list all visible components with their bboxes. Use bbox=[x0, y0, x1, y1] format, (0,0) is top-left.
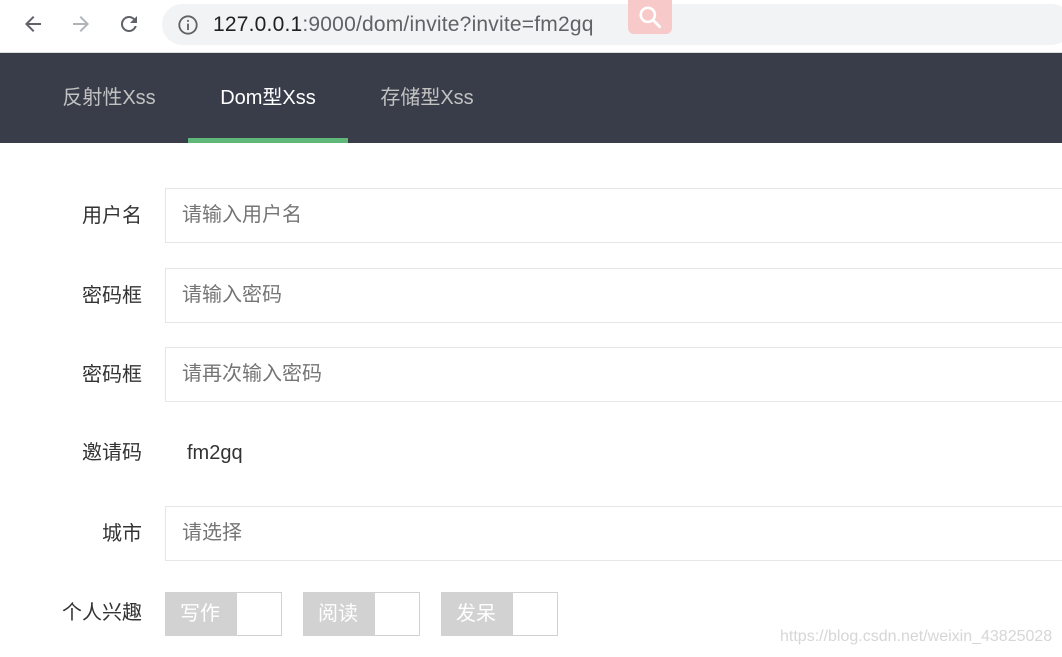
username-label: 用户名 bbox=[82, 205, 142, 227]
info-icon[interactable] bbox=[177, 14, 199, 36]
password-input[interactable] bbox=[165, 268, 1062, 323]
reload-icon bbox=[120, 15, 137, 32]
interest-checkbox-writing[interactable]: 写作 bbox=[165, 592, 282, 636]
reload-button[interactable] bbox=[111, 8, 147, 40]
url-path: :9000/dom/invite?invite=fm2gq bbox=[302, 13, 594, 36]
password-confirm-label: 密码框 bbox=[82, 364, 142, 386]
form-row-city: 城市 bbox=[0, 505, 1062, 563]
invite-label: 邀请码 bbox=[82, 442, 142, 464]
tab-label: 存储型Xss bbox=[380, 87, 474, 109]
url-text[interactable]: 127.0.0.1:9000/dom/invite?invite=fm2gq bbox=[213, 13, 594, 37]
search-icon bbox=[639, 6, 662, 29]
city-select[interactable] bbox=[165, 506, 1062, 561]
interest-checkbox-reading[interactable]: 阅读 bbox=[303, 592, 420, 636]
browser-toolbar: 127.0.0.1:9000/dom/invite?invite=fm2gq bbox=[0, 0, 1062, 53]
tab-dom-xss[interactable]: Dom型Xss bbox=[188, 53, 348, 143]
password-label: 密码框 bbox=[82, 285, 142, 307]
city-label: 城市 bbox=[102, 523, 142, 545]
checkbox-label: 阅读 bbox=[304, 593, 375, 635]
url-host: 127.0.0.1 bbox=[213, 13, 303, 36]
interests-label: 个人兴趣 bbox=[62, 602, 142, 624]
watermark: https://blog.csdn.net/weixin_43825028 bbox=[780, 628, 1053, 645]
form-row-username: 用户名 bbox=[0, 187, 1062, 245]
interest-checkbox-daydream[interactable]: 发呆 bbox=[441, 592, 558, 636]
tab-reflected-xss[interactable]: 反射性Xss bbox=[30, 53, 188, 143]
forward-button[interactable] bbox=[63, 8, 99, 40]
invite-code-value: fm2gq bbox=[187, 442, 243, 464]
tab-label: Dom型Xss bbox=[220, 87, 316, 109]
tab-stored-xss[interactable]: 存储型Xss bbox=[348, 53, 506, 143]
form-row-password: 密码框 bbox=[0, 267, 1062, 325]
checkbox-label: 发呆 bbox=[442, 593, 513, 635]
password-confirm-input[interactable] bbox=[165, 347, 1062, 402]
username-input[interactable] bbox=[165, 188, 1062, 243]
back-button[interactable] bbox=[15, 8, 51, 40]
arrow-left-icon bbox=[25, 16, 41, 32]
arrow-right-icon bbox=[73, 16, 89, 32]
address-bar[interactable]: 127.0.0.1:9000/dom/invite?invite=fm2gq bbox=[162, 4, 1062, 45]
form-row-invite: 邀请码 fm2gq bbox=[0, 424, 1062, 482]
checkbox-label: 写作 bbox=[166, 593, 237, 635]
form-row-password-confirm: 密码框 bbox=[0, 346, 1062, 404]
search-extension-button[interactable] bbox=[628, 0, 672, 34]
active-tab-indicator bbox=[188, 138, 348, 143]
nav-tab-bar: 反射性Xss Dom型Xss 存储型Xss bbox=[0, 53, 1062, 143]
tab-label: 反射性Xss bbox=[62, 87, 156, 109]
